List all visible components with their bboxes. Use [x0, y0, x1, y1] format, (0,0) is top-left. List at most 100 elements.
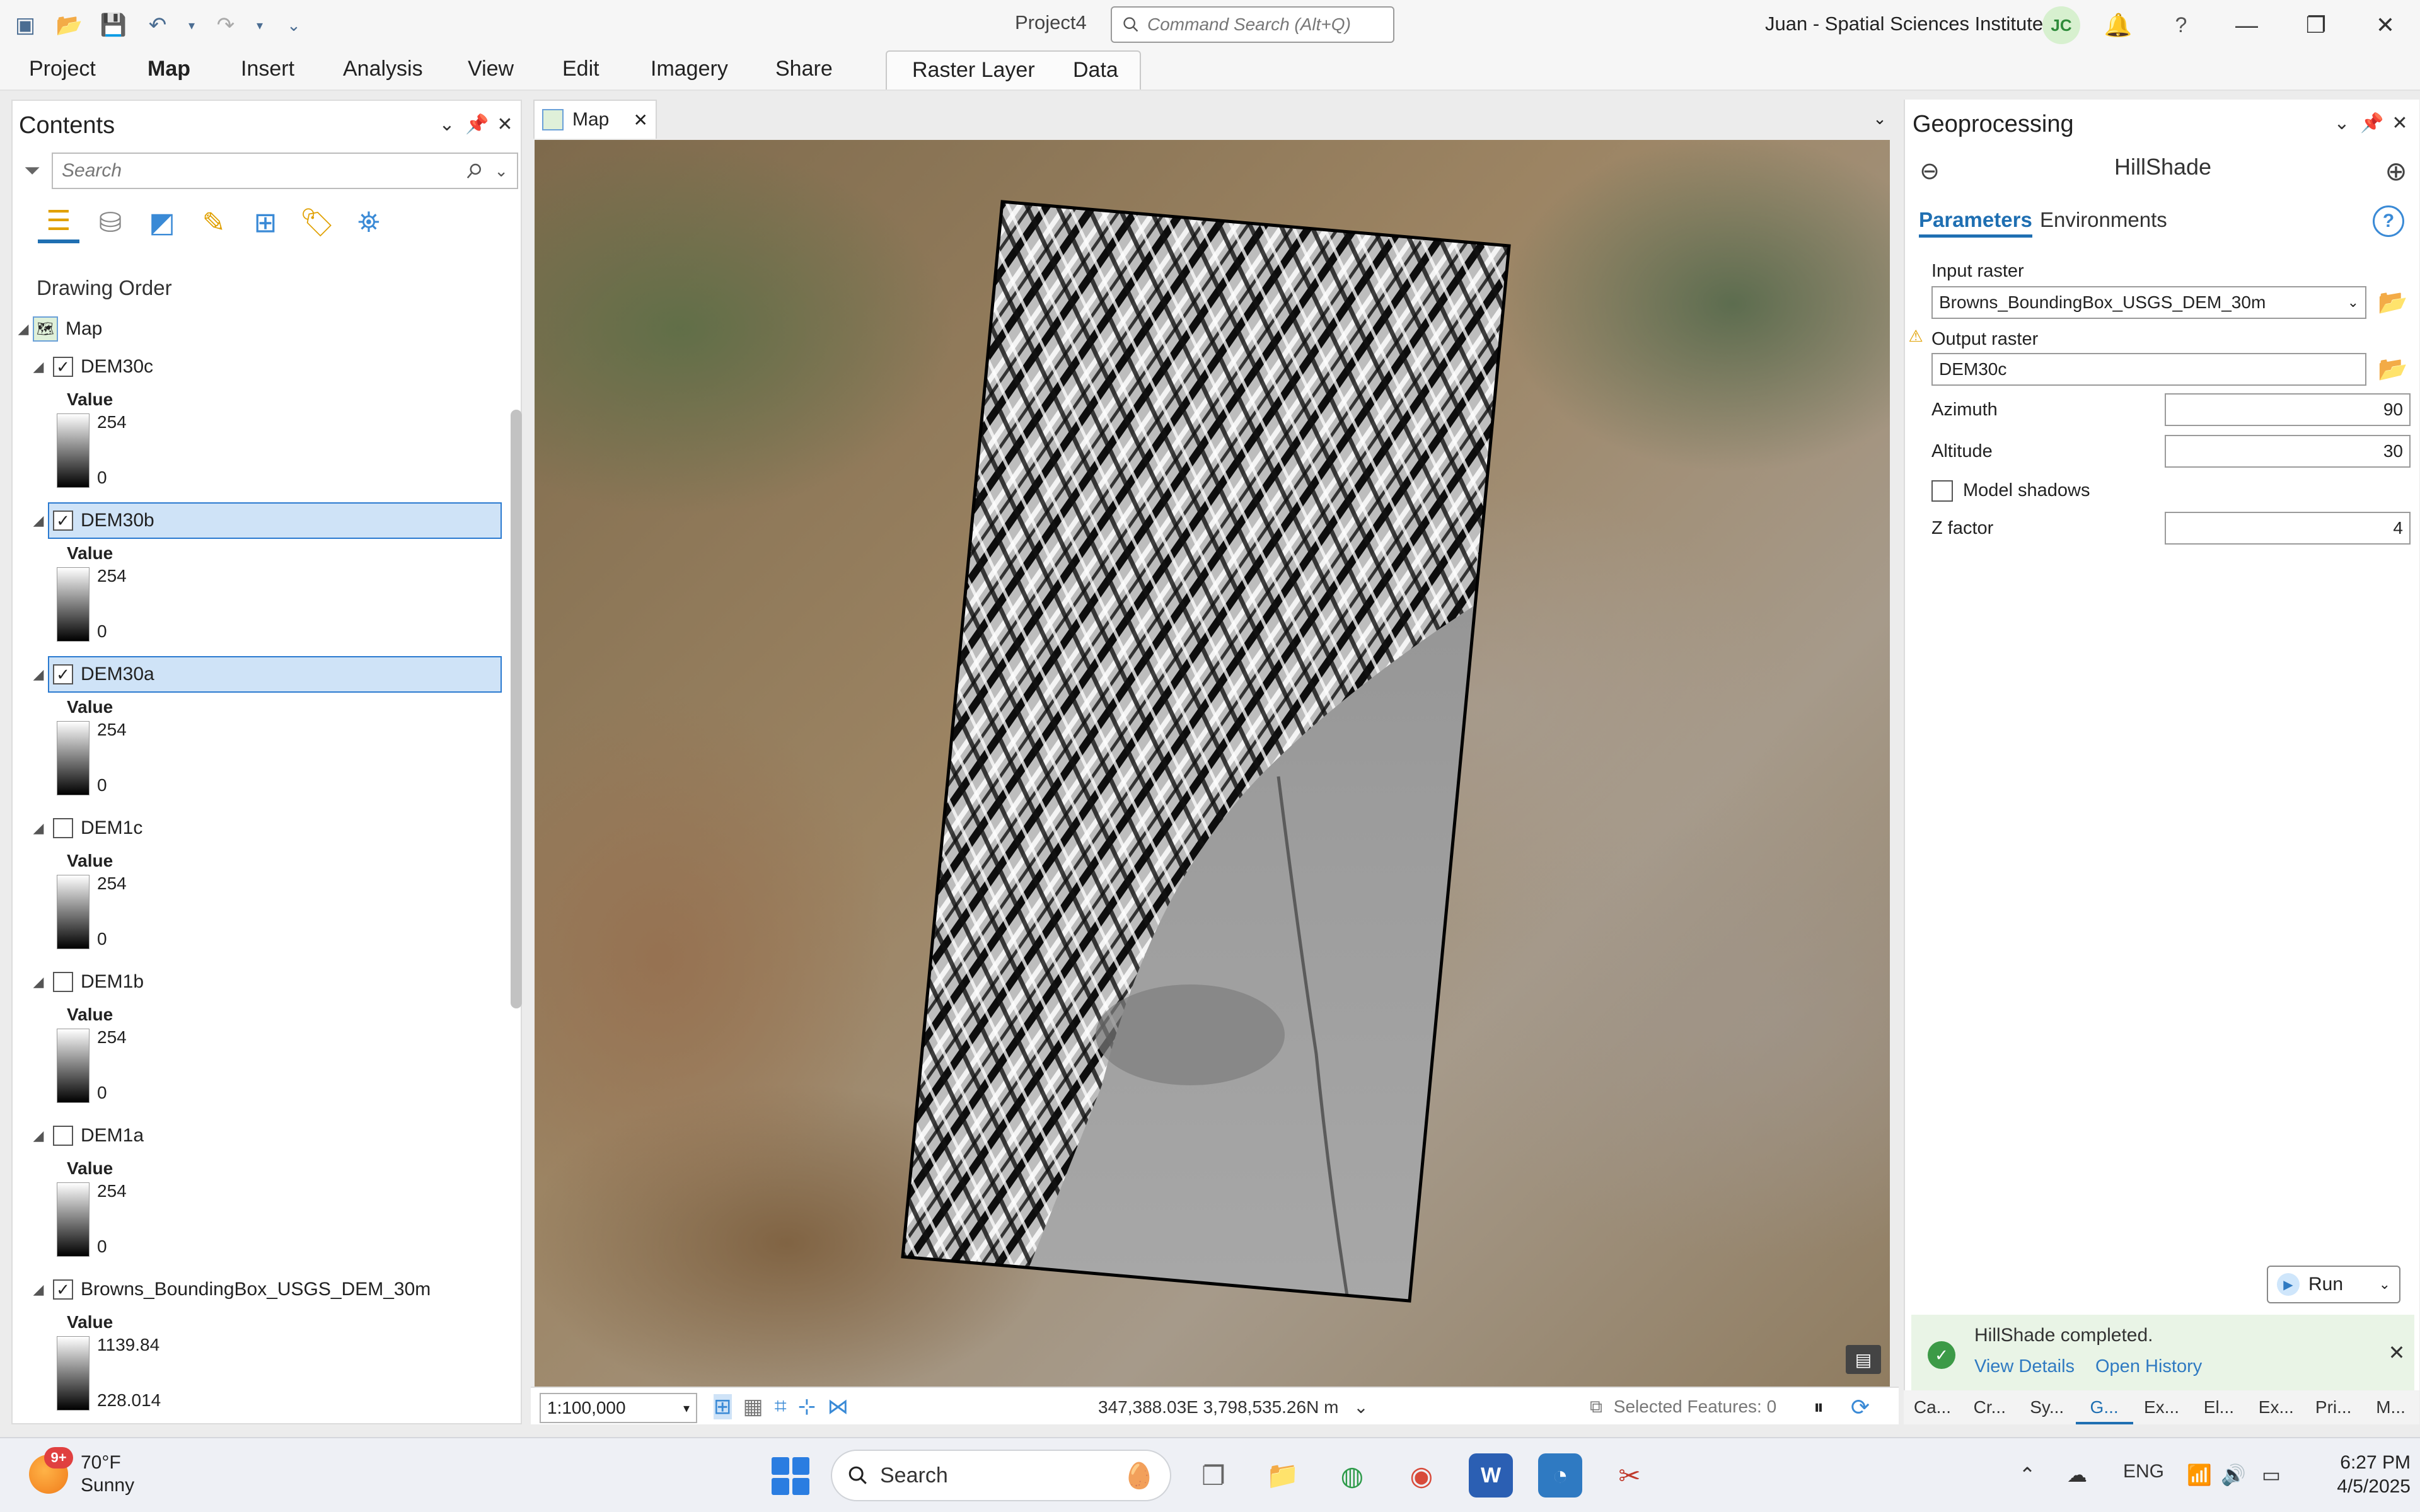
pane-options-chevron-down-icon[interactable]: ⌄	[432, 110, 461, 139]
minimize-icon[interactable]: —	[2215, 3, 2278, 48]
scale-chevron-down-icon[interactable]: ▾	[683, 1400, 690, 1416]
tab-map[interactable]: Map	[148, 57, 190, 81]
perspective-imagery-icon[interactable]: ⛯	[348, 202, 390, 243]
undo-dropdown-icon[interactable]: ▾	[185, 9, 198, 42]
edge-browser-icon[interactable]: ◍	[1330, 1453, 1374, 1498]
output-raster-input[interactable]: DEM30c	[1931, 353, 2366, 386]
layer-visibility-checkbox[interactable]: ✓	[53, 1279, 73, 1300]
onedrive-icon[interactable]: ☁	[2063, 1461, 2092, 1489]
refresh-icon[interactable]: ⟳	[1846, 1393, 1875, 1422]
correction-icon[interactable]: ⋈	[827, 1394, 848, 1419]
tab-edit[interactable]: Edit	[562, 57, 599, 81]
selected-features-count[interactable]: ⧉ Selected Features: 0	[1590, 1397, 1776, 1417]
notifications-bell-icon[interactable]: 🔔	[2099, 6, 2137, 44]
pane-tab-geoprocessing[interactable]: G...	[2075, 1390, 2133, 1424]
tab-view[interactable]: View	[468, 57, 514, 81]
pane-tab[interactable]: El...	[2190, 1390, 2247, 1424]
collapse-triangle-icon[interactable]: ◢	[30, 1281, 47, 1298]
tray-overflow-chevron-up-icon[interactable]: ⌃	[2015, 1461, 2040, 1489]
collapse-triangle-icon[interactable]: ◢	[30, 666, 47, 683]
tab-project[interactable]: Project	[29, 57, 96, 81]
weather-temperature[interactable]: 70°F	[81, 1452, 121, 1474]
input-raster-dropdown[interactable]: Browns_BoundingBox_USGS_DEM_30m ⌄	[1931, 286, 2366, 319]
avatar[interactable]: JC	[2042, 6, 2080, 44]
close-icon[interactable]: ✕	[2383, 1339, 2411, 1366]
pane-tab[interactable]: Sy...	[2018, 1390, 2076, 1424]
help-icon[interactable]: ?	[2373, 205, 2404, 237]
search-icon[interactable]	[465, 161, 484, 180]
open-history-link[interactable]: Open History	[2095, 1356, 2202, 1377]
collapse-triangle-icon[interactable]: ◢	[30, 359, 47, 375]
z-factor-input[interactable]: 4	[2165, 512, 2411, 545]
pin-icon[interactable]: 📌	[2358, 108, 2387, 137]
pane-tab[interactable]: Ca...	[1904, 1390, 1961, 1424]
collapse-triangle-icon[interactable]: ◢	[30, 974, 47, 990]
model-shadows-checkbox[interactable]	[1931, 480, 1953, 502]
browse-folder-icon[interactable]: 📂	[2377, 353, 2409, 386]
layer-row-dem1a[interactable]: ◢ DEM1a	[13, 1117, 504, 1155]
file-explorer-icon[interactable]: 📁	[1261, 1453, 1305, 1498]
search-options-chevron-down-icon[interactable]: ⌄	[494, 161, 508, 181]
clock-date[interactable]: 4/5/2025	[2310, 1476, 2411, 1498]
coordinate-format-chevron-down-icon[interactable]: ⌄	[1353, 1397, 1368, 1417]
table-icon[interactable]: ▦	[743, 1394, 763, 1419]
map-overlay-menu-icon[interactable]: ▤	[1846, 1345, 1881, 1374]
selection-icon[interactable]: ◩	[141, 202, 183, 243]
collapse-triangle-icon[interactable]: ◢	[15, 321, 32, 337]
snapping-toggle-icon[interactable]: ⌗	[775, 1394, 787, 1419]
chevron-down-icon[interactable]: ⌄	[2348, 294, 2359, 311]
layer-row-dem30a[interactable]: ◢ ✓ DEM30a	[13, 655, 504, 693]
labeling-icon[interactable]: 🏷	[296, 202, 338, 243]
tab-analysis[interactable]: Analysis	[343, 57, 423, 81]
pin-icon[interactable]: 📌	[463, 110, 492, 139]
wifi-icon[interactable]: 📶	[2185, 1461, 2214, 1489]
pane-tab[interactable]: Pri...	[2305, 1390, 2362, 1424]
pane-tab[interactable]: Ex...	[2133, 1390, 2191, 1424]
close-icon[interactable]: ✕	[634, 110, 648, 130]
view-details-link[interactable]: View Details	[1974, 1356, 2075, 1377]
word-icon[interactable]: W	[1469, 1453, 1513, 1498]
pane-tab[interactable]: Ex...	[2247, 1390, 2305, 1424]
tab-raster-layer[interactable]: Raster Layer	[912, 58, 1035, 83]
close-window-icon[interactable]: ✕	[2354, 3, 2417, 48]
scale-selector[interactable]: 1:100,000 ▾	[540, 1393, 697, 1423]
layer-visibility-checkbox[interactable]: ✓	[53, 664, 73, 684]
grid-toggle-icon[interactable]: ⊞	[714, 1394, 732, 1419]
layer-visibility-checkbox[interactable]	[53, 1126, 73, 1146]
tab-data[interactable]: Data	[1073, 58, 1118, 83]
pane-tab[interactable]: Cr...	[1961, 1390, 2018, 1424]
data-source-icon[interactable]: ⛁	[90, 202, 131, 243]
filter-icon[interactable]: ⏷	[18, 156, 47, 185]
layer-visibility-checkbox[interactable]: ✓	[53, 357, 73, 377]
collapse-triangle-icon[interactable]: ◢	[30, 820, 47, 836]
altitude-input[interactable]: 30	[2165, 435, 2411, 468]
constraint-icon[interactable]: ⊹	[798, 1394, 816, 1419]
save-project-icon[interactable]: 💾	[97, 9, 130, 42]
view-options-chevron-down-icon[interactable]: ⌄	[1867, 106, 1892, 131]
map-canvas[interactable]: ▤	[535, 140, 1890, 1389]
contents-search-input[interactable]: Search ⌄	[52, 153, 518, 189]
pane-tab[interactable]: M...	[2362, 1390, 2419, 1424]
layer-visibility-checkbox[interactable]: ✓	[53, 511, 73, 531]
tab-imagery[interactable]: Imagery	[651, 57, 728, 81]
new-project-icon[interactable]: ▣	[9, 9, 42, 42]
close-icon[interactable]: ✕	[2385, 108, 2414, 137]
map-root-row[interactable]: ◢ 🗺 Map	[13, 310, 504, 348]
collapse-triangle-icon[interactable]: ◢	[30, 512, 47, 529]
chrome-icon[interactable]: ◉	[1399, 1453, 1444, 1498]
open-project-icon[interactable]: 📂	[53, 9, 86, 42]
contents-scrollbar[interactable]	[511, 410, 522, 1008]
pane-options-chevron-down-icon[interactable]: ⌄	[2327, 108, 2356, 137]
signed-in-user[interactable]: Juan - Spatial Sciences Institute	[1765, 13, 2043, 35]
help-icon[interactable]: ?	[2162, 6, 2200, 44]
task-view-icon[interactable]: ❐	[1191, 1453, 1236, 1498]
redo-icon[interactable]: ↷	[209, 9, 242, 42]
layer-row-dem1c[interactable]: ◢ DEM1c	[13, 809, 504, 847]
snipping-tool-icon[interactable]: ✂	[1607, 1453, 1652, 1498]
command-search-input[interactable]: Command Search (Alt+Q)	[1111, 6, 1394, 43]
editing-icon[interactable]: ✎	[193, 202, 234, 243]
collapse-triangle-icon[interactable]: ◢	[30, 1128, 47, 1144]
snapping-icon[interactable]: ⊞	[245, 202, 286, 243]
volume-icon[interactable]: 🔊	[2219, 1461, 2248, 1489]
customize-toolbar-icon[interactable]: ⌄	[277, 9, 310, 42]
